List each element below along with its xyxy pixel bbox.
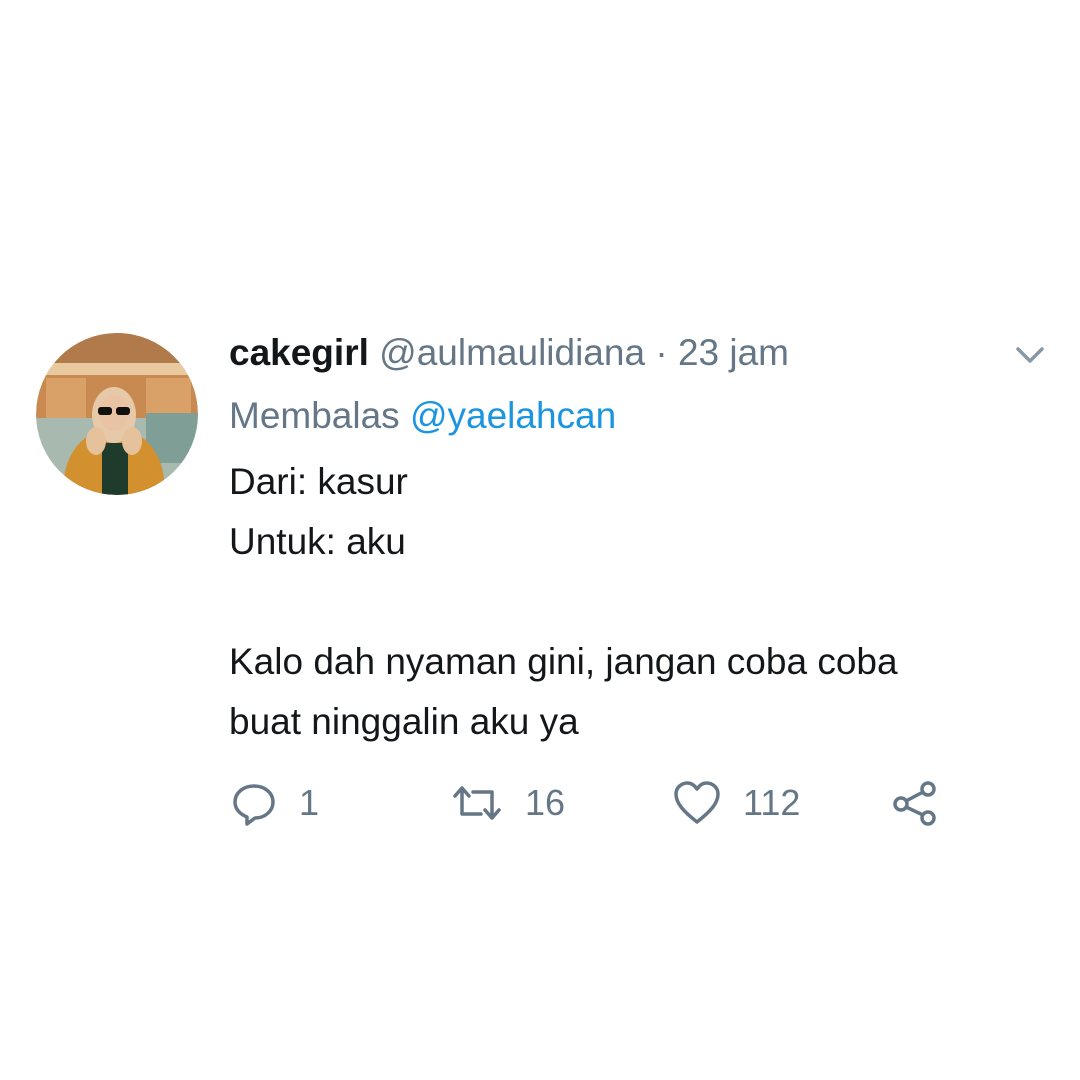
reply-context: Membalas @yaelahcan <box>229 392 616 440</box>
share-icon <box>889 778 941 828</box>
reply-prefix: Membalas <box>229 395 400 436</box>
user-handle[interactable]: @aulmaulidiana <box>379 332 645 373</box>
tweet-header: cakegirl @aulmaulidiana · 23 jam <box>229 330 789 380</box>
avatar[interactable] <box>36 333 198 495</box>
tweet: cakegirl @aulmaulidiana · 23 jam Membala… <box>0 0 1080 1080</box>
heart-icon <box>671 778 723 828</box>
retweet-count: 16 <box>525 782 566 823</box>
share-button[interactable] <box>889 778 941 828</box>
timestamp[interactable]: 23 jam <box>678 332 789 373</box>
reply-mention-link[interactable]: @yaelahcan <box>410 395 616 436</box>
reply-count: 1 <box>299 782 320 823</box>
separator: · <box>655 332 668 373</box>
tweet-text: Dari: kasur Untuk: aku Kalo dah nyaman g… <box>229 452 1049 752</box>
chevron-down-icon[interactable] <box>1010 340 1050 370</box>
like-button[interactable]: 112 <box>671 778 800 828</box>
tweet-actions: 1 16 112 <box>229 778 1029 828</box>
tweet-text-line: Untuk: aku <box>229 521 406 562</box>
tweet-text-line: buat ninggalin aku ya <box>229 701 579 742</box>
reply-button[interactable]: 1 <box>229 778 319 828</box>
tweet-text-line: Dari: kasur <box>229 461 408 502</box>
display-name[interactable]: cakegirl <box>229 332 369 373</box>
retweet-icon <box>449 778 505 828</box>
tweet-text-line: Kalo dah nyaman gini, jangan coba coba <box>229 641 898 682</box>
like-count: 112 <box>743 782 801 823</box>
reply-bubble-icon <box>229 778 279 828</box>
retweet-button[interactable]: 16 <box>449 778 565 828</box>
